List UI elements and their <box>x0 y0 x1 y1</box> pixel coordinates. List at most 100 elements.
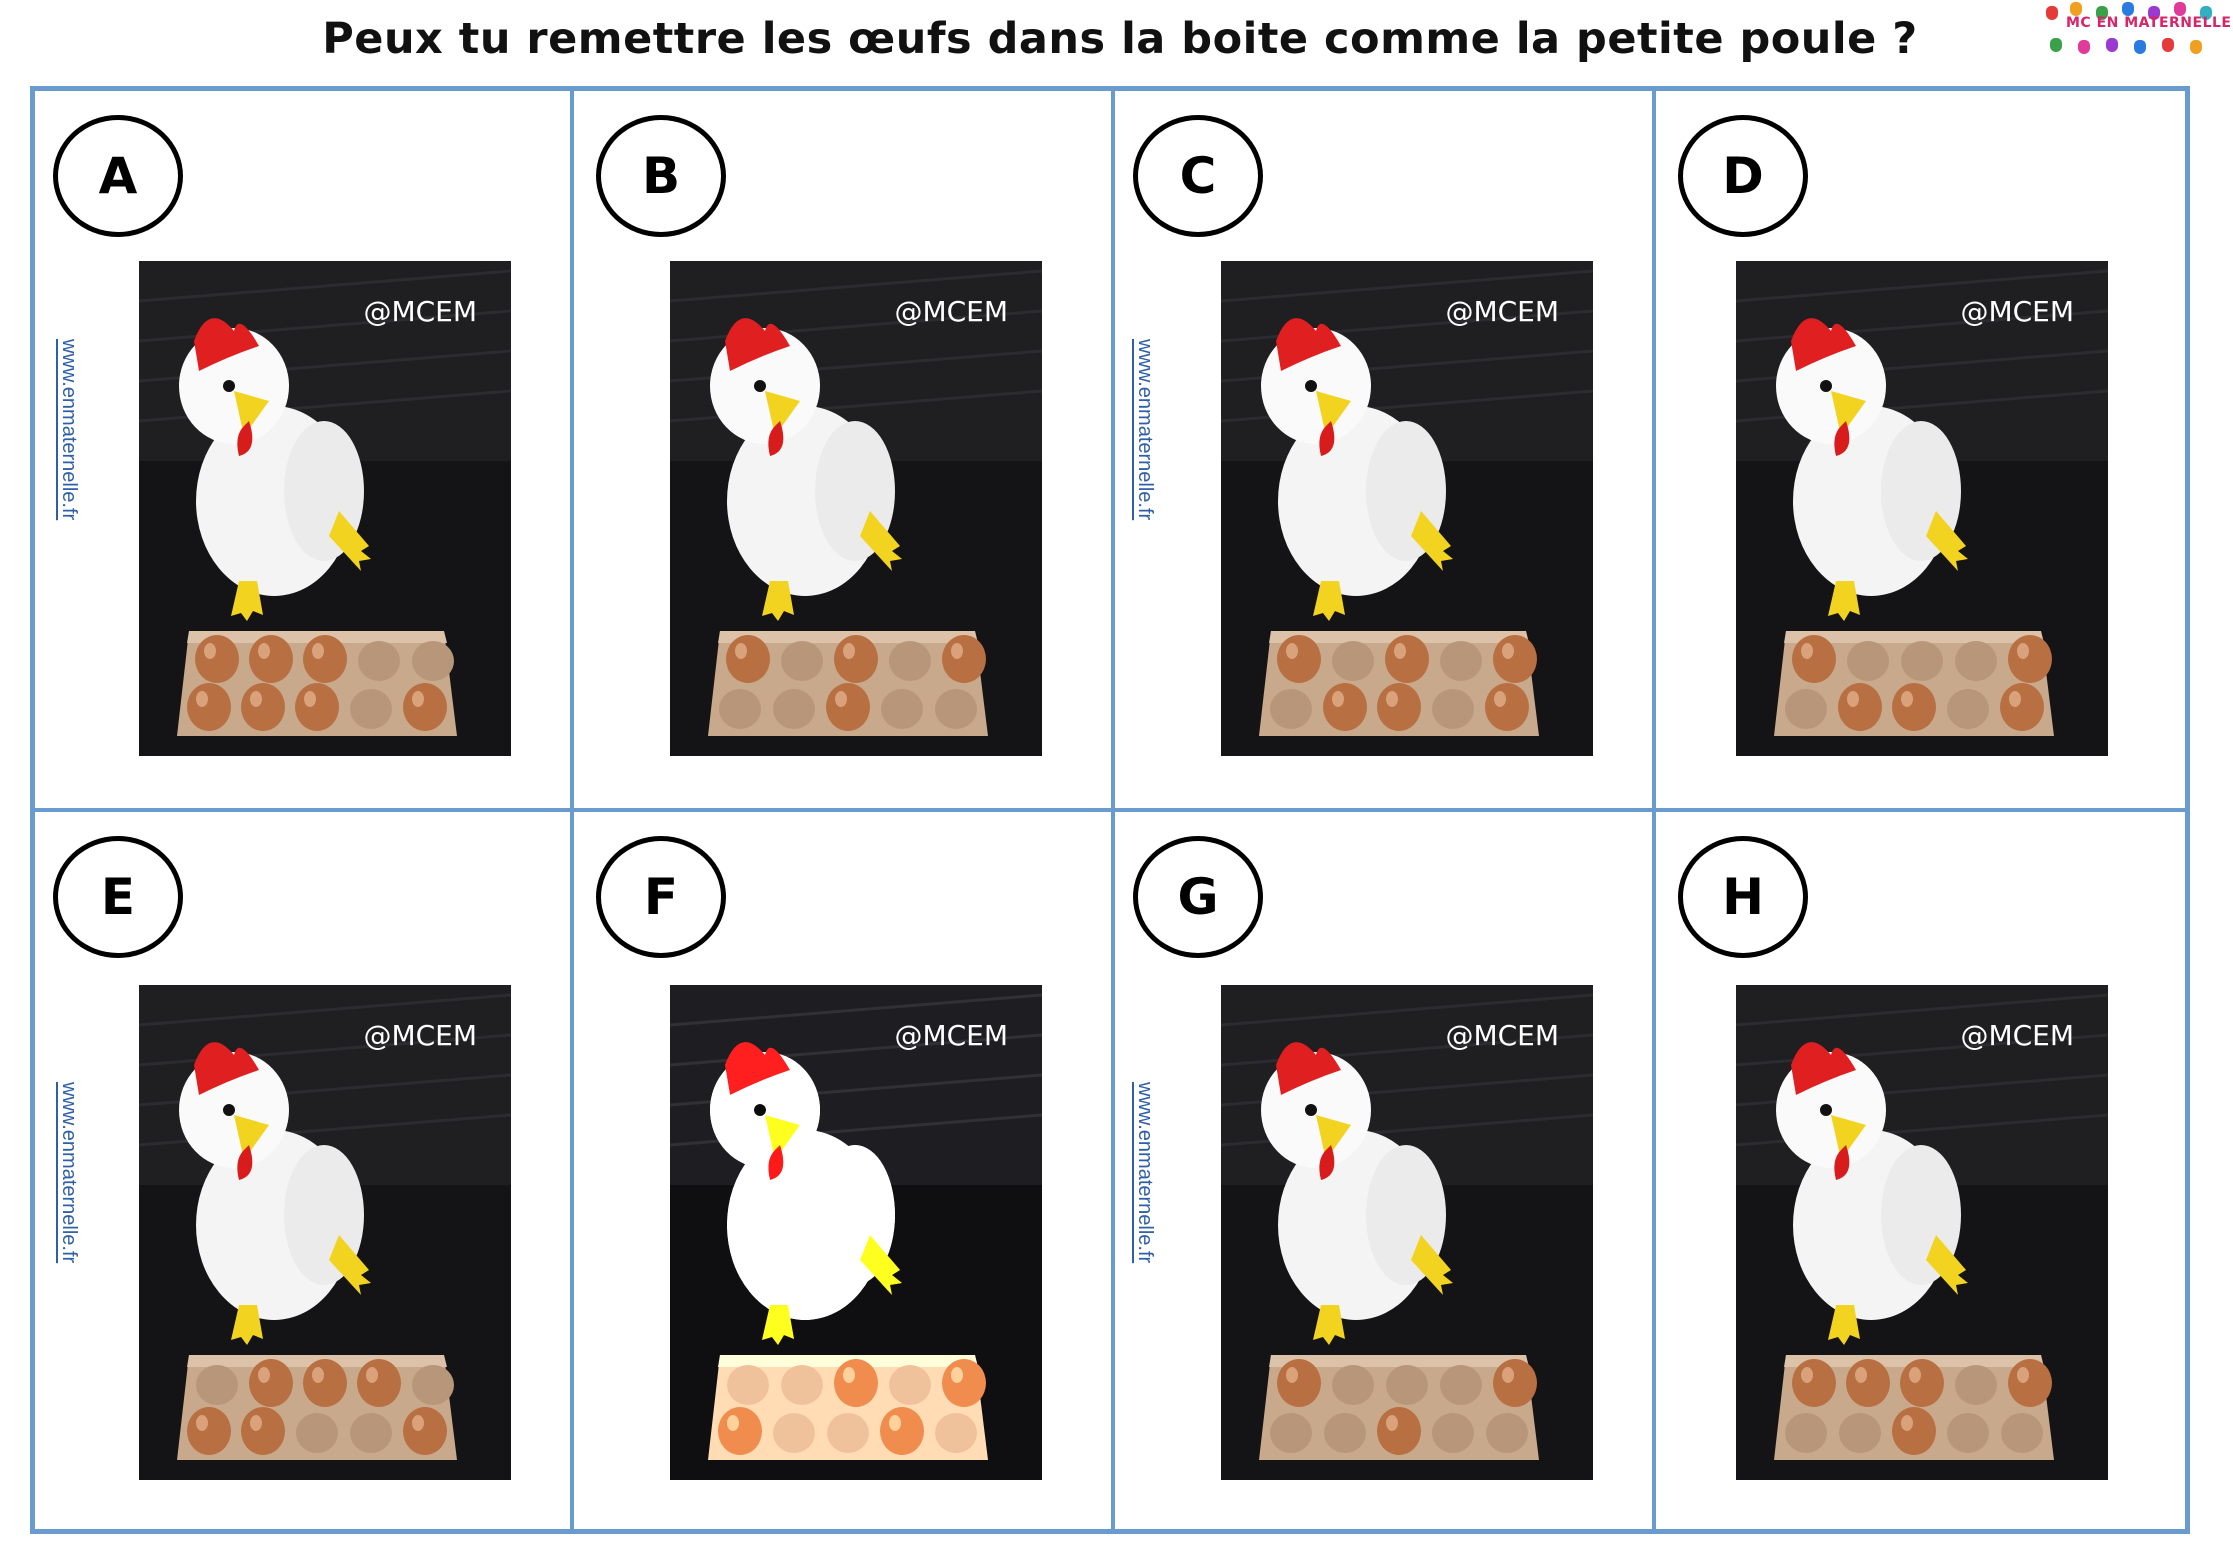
carton-slot <box>196 1365 238 1405</box>
egg <box>357 1359 401 1407</box>
carton-slot <box>1947 689 1989 729</box>
card-c[interactable]: C www.enmaternelle.fr @MCEM <box>1115 91 1652 808</box>
carton-slot <box>1955 1365 1997 1405</box>
hen-photo: @MCEM <box>670 261 1042 756</box>
egg <box>1323 683 1367 731</box>
carton-slot <box>358 641 400 681</box>
egg <box>826 683 870 731</box>
egg <box>295 683 339 731</box>
hen-photo: @MCEM <box>1221 985 1593 1480</box>
carton-slot <box>773 689 815 729</box>
hen-with-egg-carton-image <box>1221 985 1593 1480</box>
egg <box>303 635 347 683</box>
egg <box>2008 1359 2052 1407</box>
egg <box>2008 635 2052 683</box>
watermark: @MCEM <box>894 1019 1008 1052</box>
egg <box>942 1359 986 1407</box>
carton-slot <box>827 1413 869 1453</box>
card-letter: E <box>100 868 136 926</box>
hen-photo: @MCEM <box>1736 261 2108 756</box>
site-url-link[interactable]: www.enmaternelle.fr <box>57 1082 80 1263</box>
carton-slot <box>1486 1413 1528 1453</box>
site-url-link[interactable]: www.enmaternelle.fr <box>1133 339 1156 520</box>
card-d[interactable]: D @MCEM <box>1656 91 2193 808</box>
carton-slot <box>1332 1365 1374 1405</box>
egg <box>1900 1359 1944 1407</box>
egg <box>2000 683 2044 731</box>
hen-with-egg-carton-image <box>670 985 1042 1480</box>
egg <box>1277 1359 1321 1407</box>
hen-photo: @MCEM <box>139 261 511 756</box>
carton-slot <box>781 641 823 681</box>
egg <box>241 683 285 731</box>
egg <box>187 683 231 731</box>
card-grid: A www.enmaternelle.fr @MCEM B @MCEM C ww… <box>30 86 2190 1534</box>
egg <box>249 1359 293 1407</box>
carton-slot <box>889 1365 931 1405</box>
hen-photo: @MCEM <box>1736 985 2108 1480</box>
card-h[interactable]: H @MCEM <box>1656 812 2193 1529</box>
egg <box>1838 683 1882 731</box>
watermark: @MCEM <box>363 295 477 328</box>
carton-slot <box>1432 689 1474 729</box>
egg <box>1377 683 1421 731</box>
watermark: @MCEM <box>1445 1019 1559 1052</box>
card-letter: G <box>1177 868 1219 926</box>
card-a[interactable]: A www.enmaternelle.fr @MCEM <box>35 91 572 808</box>
egg <box>726 635 770 683</box>
egg <box>1792 635 1836 683</box>
carton-slot <box>1839 1413 1881 1453</box>
carton-slot <box>1432 1413 1474 1453</box>
hen-photo: @MCEM <box>139 985 511 1480</box>
card-b[interactable]: B @MCEM <box>574 91 1111 808</box>
egg <box>1892 1407 1936 1455</box>
carton-slot <box>781 1365 823 1405</box>
carton-slot <box>1785 689 1827 729</box>
egg <box>303 1359 347 1407</box>
egg <box>403 683 447 731</box>
egg <box>1385 635 1429 683</box>
card-letter-badge: B <box>596 115 726 237</box>
card-letter: H <box>1722 868 1764 926</box>
card-letter: C <box>1179 147 1217 205</box>
carton-slot <box>1440 641 1482 681</box>
card-e[interactable]: E www.enmaternelle.fr @MCEM <box>35 812 572 1529</box>
carton-slot <box>881 689 923 729</box>
carton-slot <box>412 1365 454 1405</box>
carton-slot <box>1270 1413 1312 1453</box>
egg <box>1485 683 1529 731</box>
card-letter: A <box>98 147 138 205</box>
egg <box>1846 1359 1890 1407</box>
site-url-link[interactable]: www.enmaternelle.fr <box>57 339 80 520</box>
card-letter: F <box>643 868 679 926</box>
carton-slot <box>889 641 931 681</box>
carton-slot <box>1386 1365 1428 1405</box>
egg <box>880 1407 924 1455</box>
watermark: @MCEM <box>1445 295 1559 328</box>
carton-slot <box>412 641 454 681</box>
egg <box>1892 683 1936 731</box>
watermark: @MCEM <box>1960 1019 2074 1052</box>
logo: MC EN MATERNELLE <box>2040 0 2231 62</box>
card-letter-badge: E <box>53 836 183 958</box>
carton-slot <box>719 689 761 729</box>
carton-slot <box>1901 641 1943 681</box>
hen-photo: @MCEM <box>1221 261 1593 756</box>
egg <box>241 1407 285 1455</box>
card-letter-badge: F <box>596 836 726 958</box>
card-letter-badge: A <box>53 115 183 237</box>
egg <box>249 635 293 683</box>
card-f[interactable]: F @MCEM <box>574 812 1111 1529</box>
watermark: @MCEM <box>363 1019 477 1052</box>
carton-slot <box>2001 1413 2043 1453</box>
egg <box>1377 1407 1421 1455</box>
carton-slot <box>350 1413 392 1453</box>
site-url-link[interactable]: www.enmaternelle.fr <box>1133 1082 1156 1263</box>
carton-slot <box>1332 641 1374 681</box>
card-g[interactable]: G www.enmaternelle.fr @MCEM <box>1115 812 1652 1529</box>
egg <box>187 1407 231 1455</box>
egg <box>1493 635 1537 683</box>
card-letter: D <box>1722 147 1764 205</box>
carton-slot <box>727 1365 769 1405</box>
hen-with-egg-carton-image <box>1736 985 2108 1480</box>
